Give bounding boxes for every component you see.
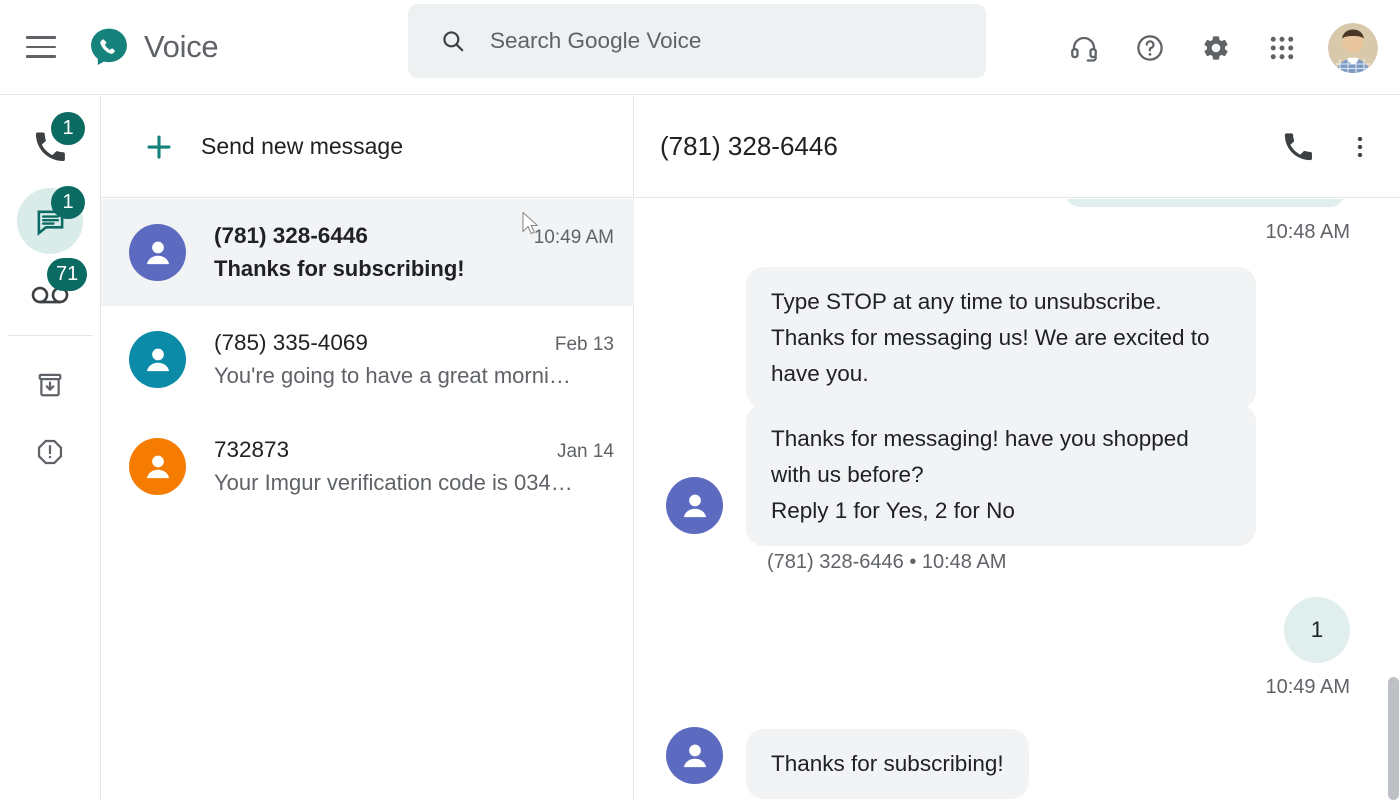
sidebar-item-spam[interactable]	[17, 419, 83, 485]
message-text-line: have you.	[771, 361, 869, 386]
message-bubble-partial-outgoing	[1065, 199, 1345, 207]
avatar[interactable]	[1328, 22, 1378, 73]
apps-grid-icon[interactable]	[1256, 22, 1308, 74]
message-text-line: Reply 1 for Yes, 2 for No	[771, 498, 1015, 523]
message-meta-incoming-2: (781) 328-6446 • 10:48 AM	[767, 551, 1007, 573]
message-bubble-incoming-2: Thanks for messaging! have you shopped w…	[746, 404, 1256, 546]
settings-gear-icon[interactable]	[1190, 22, 1242, 74]
conversation-snippet: You're going to have a great morni…	[214, 363, 571, 388]
google-voice-logo-icon	[88, 26, 130, 68]
more-vertical-icon[interactable]	[1334, 121, 1386, 173]
conversation-snippet: Thanks for subscribing!	[214, 256, 465, 281]
conversation-row-785-335-4069[interactable]: (785) 335-4069 Feb 13 You're going to ha…	[101, 306, 634, 413]
navigation-rail: 1 1 71	[0, 96, 101, 800]
contact-avatar	[129, 438, 186, 495]
search-input[interactable]: Search Google Voice	[490, 28, 701, 54]
send-new-message-button[interactable]: Send new message	[101, 96, 634, 198]
message-text-line: Type STOP at any time to unsubscribe.	[771, 289, 1162, 314]
message-text-line: with us before?	[771, 462, 924, 487]
contact-avatar	[129, 224, 186, 281]
message-sender-avatar	[666, 477, 723, 534]
brand-logo-group[interactable]: Voice	[88, 26, 219, 68]
phone-call-icon[interactable]	[1272, 121, 1324, 173]
sidebar-item-archive[interactable]	[17, 352, 83, 418]
message-text-line: Thanks for messaging us! We are excited …	[771, 325, 1210, 350]
message-bubble-outgoing-1: 1	[1284, 597, 1350, 663]
message-bubble-incoming-3: Thanks for subscribing!	[746, 729, 1029, 799]
search-icon	[440, 28, 466, 54]
thread-actions	[1272, 96, 1386, 198]
conversation-name: 732873	[214, 437, 290, 462]
brand-name: Voice	[144, 29, 219, 64]
top-app-bar: Voice Search Google Voice	[0, 0, 1400, 95]
conversation-time: 10:49 AM	[533, 227, 614, 248]
thread-pane: (781) 328-6446 10:48 AM Type STOP at any…	[635, 96, 1400, 800]
help-icon[interactable]	[1124, 22, 1176, 74]
plus-icon	[144, 132, 174, 162]
sidebar-item-voicemail[interactable]: 71	[17, 258, 88, 328]
message-timestamp-top: 10:48 AM	[1265, 221, 1350, 243]
conversation-time: Jan 14	[556, 441, 614, 462]
sidebar-divider	[8, 335, 93, 336]
message-list: 10:48 AM Type STOP at any time to unsubs…	[635, 199, 1400, 800]
conversation-name: (781) 328-6446	[214, 223, 368, 248]
header-actions	[1058, 0, 1384, 95]
conversation-name: (785) 335-4069	[214, 330, 368, 355]
contact-avatar	[129, 331, 186, 388]
google-voice-app: Voice Search Google Voice 1 1 71 Send ne…	[0, 0, 1400, 800]
hamburger-menu-icon[interactable]	[18, 24, 64, 70]
message-sender-avatar	[666, 727, 723, 784]
thread-header: (781) 328-6446	[635, 96, 1400, 198]
conversation-time: Feb 13	[554, 334, 614, 355]
message-bubble-incoming-1: Type STOP at any time to unsubscribe. Th…	[746, 267, 1256, 409]
thread-scrollbar[interactable]	[1387, 199, 1400, 800]
sidebar-item-messages[interactable]: 1	[17, 186, 85, 254]
message-timestamp-outgoing-1: 10:49 AM	[1265, 676, 1350, 698]
thread-scrollbar-thumb[interactable]	[1388, 677, 1399, 800]
conversation-row-781-328-6446[interactable]: (781) 328-6446 10:49 AM Thanks for subsc…	[101, 199, 634, 306]
search-bar[interactable]: Search Google Voice	[408, 4, 986, 78]
support-headset-icon[interactable]	[1058, 22, 1110, 74]
sidebar-item-calls[interactable]: 1	[17, 112, 85, 180]
conversation-snippet: Your Imgur verification code is 034…	[214, 470, 573, 495]
thread-title: (781) 328-6446	[660, 131, 838, 161]
message-text-line: Thanks for messaging! have you shopped	[771, 426, 1189, 451]
conversation-row-732873[interactable]: 732873 Jan 14 Your Imgur verification co…	[101, 413, 634, 520]
send-new-message-label: Send new message	[201, 133, 404, 159]
conversation-list-pane: Send new message (781) 328-6446 10:49 AM…	[101, 96, 634, 800]
